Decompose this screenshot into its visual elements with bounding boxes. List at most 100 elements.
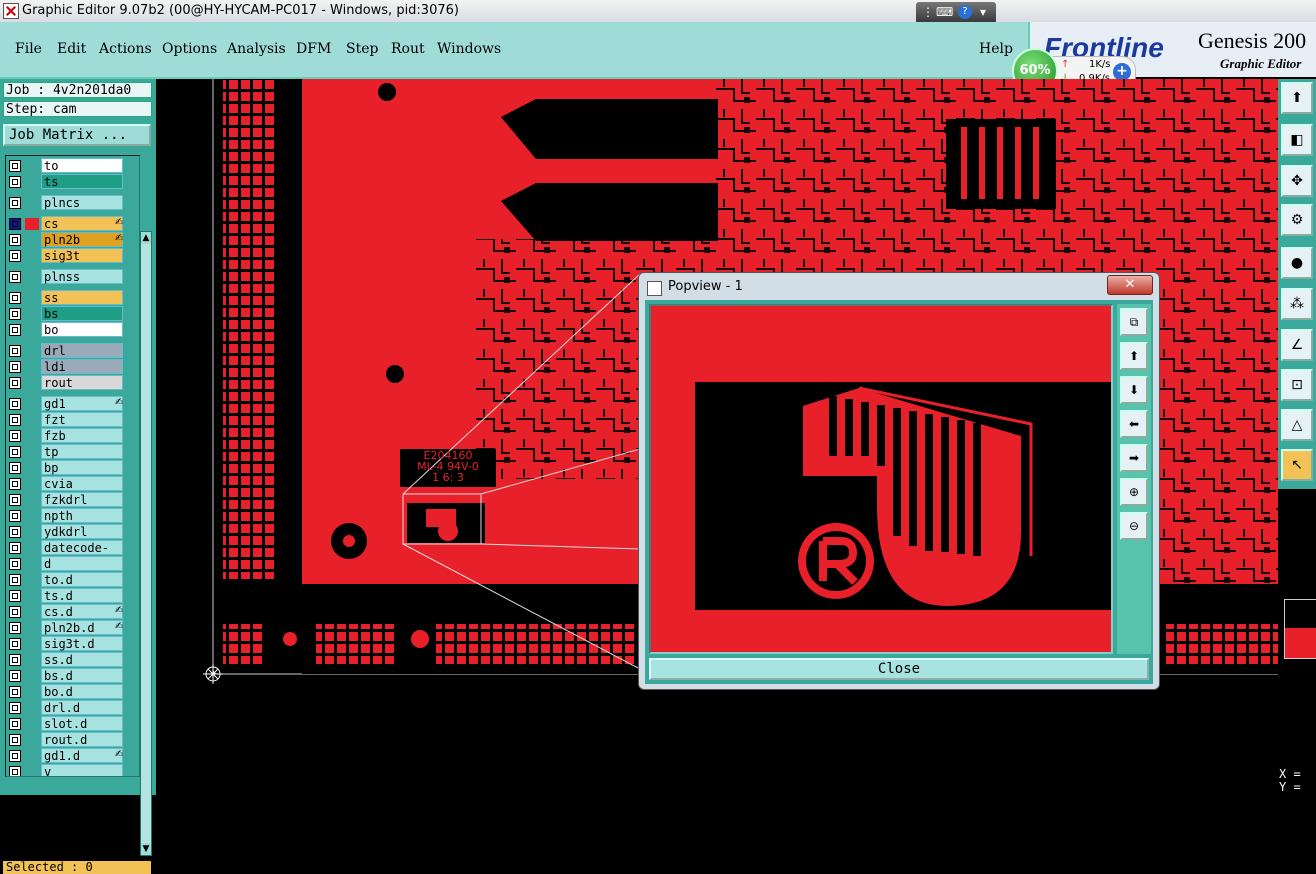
layer-row[interactable]: rout.d <box>6 732 139 748</box>
layer-color-swatch[interactable] <box>25 176 39 188</box>
layer-checkbox[interactable] <box>9 574 21 586</box>
layer-checkbox[interactable] <box>9 558 21 570</box>
layer-row[interactable]: cs.d ✍ <box>6 604 139 620</box>
ime-toolbar[interactable]: ⋮ ⌨ ? ▾ <box>916 2 996 24</box>
layer-checkbox[interactable] <box>9 271 21 283</box>
layer-name[interactable]: pln2b.d <box>41 620 123 635</box>
layer-checkbox[interactable] <box>9 510 21 522</box>
menu-analysis[interactable]: Analysis <box>227 41 286 57</box>
close-icon[interactable]: ✕ <box>1107 275 1153 295</box>
layer-row[interactable]: bs <box>6 306 139 322</box>
layer-color-swatch[interactable] <box>25 638 39 650</box>
pan-up-icon[interactable]: ⬆ <box>1120 342 1148 370</box>
layer-color-swatch[interactable] <box>25 218 39 230</box>
layer-checkbox[interactable] <box>9 478 21 490</box>
layer-name[interactable]: datecode-cs <box>41 540 123 570</box>
layer-name[interactable]: bo.d <box>41 684 123 699</box>
layer-name[interactable]: sig3t <box>41 248 123 263</box>
layer-row[interactable]: slot.d <box>6 716 139 732</box>
layer-color-swatch[interactable] <box>25 308 39 320</box>
layer-name[interactable]: tp <box>41 444 123 459</box>
layer-row[interactable]: rout <box>6 375 139 391</box>
layer-name[interactable]: fzt <box>41 412 123 427</box>
layer-name[interactable]: npth <box>41 508 123 523</box>
layer-checkbox[interactable] <box>9 718 21 730</box>
layer-color-swatch[interactable] <box>25 606 39 618</box>
layer-checkbox[interactable] <box>9 430 21 442</box>
layer-row[interactable]: fzt <box>6 412 139 428</box>
layer-row[interactable]: bo.d <box>6 684 139 700</box>
layer-name[interactable]: fzkdrl <box>41 492 123 507</box>
layer-name[interactable]: drl <box>41 343 123 358</box>
layer-color-swatch[interactable] <box>25 494 39 506</box>
layer-row[interactable]: gd1 ✍ <box>6 396 139 412</box>
layer-checkbox[interactable] <box>9 622 21 634</box>
scroll-down-icon[interactable]: ▼ <box>141 843 151 855</box>
layer-checkbox[interactable] <box>9 462 21 474</box>
layer-name[interactable]: rout <box>41 375 123 390</box>
layer-row[interactable]: ss.d <box>6 652 139 668</box>
layer-row[interactable]: cvia <box>6 476 139 492</box>
layer-checkbox[interactable] <box>9 526 21 538</box>
layer-checkbox[interactable] <box>9 292 21 304</box>
layer-color-swatch[interactable] <box>25 292 39 304</box>
layer-row[interactable]: sig3t <box>6 248 139 264</box>
layer-checkbox[interactable] <box>9 176 21 188</box>
layer-name[interactable]: pln2b <box>41 232 123 247</box>
layer-name[interactable]: to.d <box>41 572 123 587</box>
scroll-up-icon[interactable]: ▲ <box>141 232 151 244</box>
layer-name[interactable]: ss <box>41 290 123 305</box>
layer-row[interactable]: datecode-cs <box>6 540 139 570</box>
layer-row[interactable]: cs ✍ <box>6 216 139 232</box>
layer-row[interactable]: d <box>6 556 139 572</box>
zoom-home-icon[interactable]: ⬆ <box>1281 82 1313 114</box>
layer-color-swatch[interactable] <box>25 670 39 682</box>
layer-color-swatch[interactable] <box>25 654 39 666</box>
layer-row[interactable]: fzkdrl <box>6 492 139 508</box>
layer-checkbox[interactable] <box>9 446 21 458</box>
zoom-left-icon[interactable]: ◧ <box>1281 124 1313 156</box>
layer-checkbox[interactable] <box>9 750 21 762</box>
layer-color-swatch[interactable] <box>25 234 39 246</box>
layer-row[interactable]: plncs <box>6 195 139 211</box>
layer-color-swatch[interactable] <box>25 446 39 458</box>
layer-row[interactable]: npth <box>6 508 139 524</box>
layer-name[interactable]: plncs <box>41 195 123 210</box>
layer-name[interactable]: cs.d <box>41 604 123 619</box>
layer-row[interactable]: to <box>6 158 139 174</box>
layer-row[interactable]: pln2b ✍ <box>6 232 139 248</box>
layer-color-swatch[interactable] <box>25 345 39 357</box>
layer-name[interactable]: ydkdrl <box>41 524 123 539</box>
job-matrix-button[interactable]: Job Matrix ... <box>3 124 151 146</box>
layer-checkbox[interactable] <box>9 414 21 426</box>
layer-checkbox[interactable] <box>9 734 21 746</box>
layer-row[interactable]: fzb <box>6 428 139 444</box>
layer-name[interactable]: fzb <box>41 428 123 443</box>
layer-checkbox[interactable] <box>9 345 21 357</box>
layer-checkbox[interactable] <box>9 702 21 714</box>
ruler-icon[interactable]: △ <box>1281 409 1313 441</box>
layer-checkbox[interactable] <box>9 197 21 209</box>
mini-map[interactable] <box>1278 489 1316 795</box>
layer-color-swatch[interactable] <box>25 622 39 634</box>
layer-row[interactable]: ts.d <box>6 588 139 604</box>
layer-color-swatch[interactable] <box>25 766 39 776</box>
layer-checkbox[interactable] <box>9 670 21 682</box>
layer-row[interactable]: tp <box>6 444 139 460</box>
layer-checkbox[interactable] <box>9 160 21 172</box>
layer-name[interactable]: slot.d <box>41 716 123 731</box>
layer-row[interactable]: bo <box>6 322 139 338</box>
angle-icon[interactable]: ∠ <box>1281 329 1313 361</box>
layer-color-swatch[interactable] <box>25 361 39 373</box>
layer-name[interactable]: sig3t.d <box>41 636 123 651</box>
menu-options[interactable]: Options <box>162 41 217 57</box>
layer-checkbox[interactable] <box>9 638 21 650</box>
layer-checkbox[interactable] <box>9 766 21 776</box>
layer-row[interactable]: drl <box>6 343 139 359</box>
layer-list[interactable]: to ts plncs cs ✍ pln2b ✍ sig3t plnss ss bs bo drl ldi… <box>5 155 140 777</box>
layer-color-swatch[interactable] <box>25 462 39 474</box>
layer-name[interactable]: ss.d <box>41 652 123 667</box>
layer-checkbox[interactable] <box>9 324 21 336</box>
layer-name[interactable]: bo <box>41 322 123 337</box>
layer-color-swatch[interactable] <box>25 686 39 698</box>
